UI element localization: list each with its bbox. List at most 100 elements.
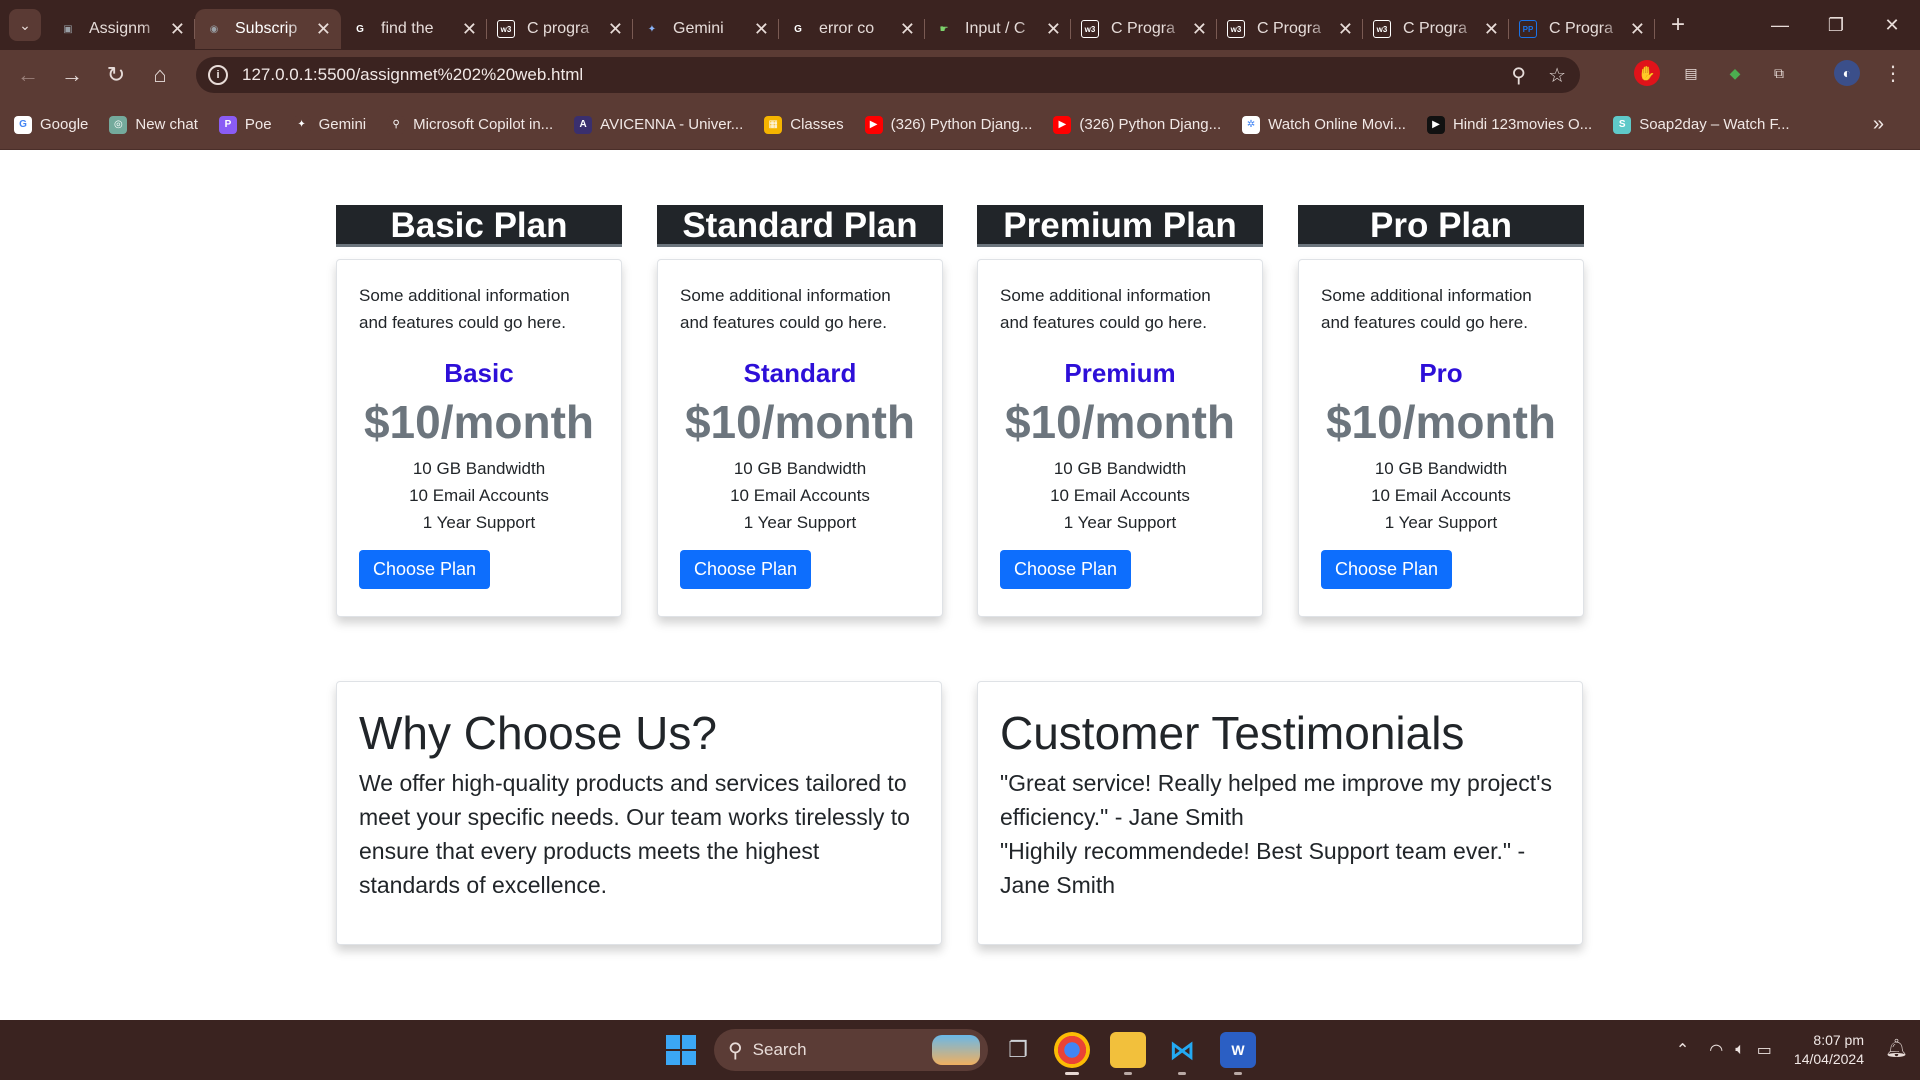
browser-tab[interactable]: w3 C progra ✕ [487,9,633,49]
close-tab-icon[interactable]: ✕ [754,19,769,40]
choose-plan-button[interactable]: Choose Plan [1321,550,1453,589]
forward-arrow-icon[interactable]: → [50,53,94,97]
wifi-icon[interactable]: ◠ [1709,1040,1723,1060]
url-text[interactable]: 127.0.0.1:5500/assignmet%202%20web.html [242,65,583,85]
notification-bell-icon[interactable]: 🔔︎ [1885,1038,1908,1059]
browser-tab[interactable]: Gfind the ✕ [341,9,487,49]
bookmark-item[interactable]: ▶ (326) Python Djang... [864,115,1033,134]
chatgpt-icon: ◎ [109,115,128,134]
browser-tab[interactable]: ☛ Input / C ✕ [925,9,1071,49]
testimonial-quote: "Great service! Really helped me improve… [1000,770,1552,830]
plan-card: Some additional information and features… [657,259,943,617]
browser-tab[interactable]: ✦ Gemini ✕ [633,9,779,49]
home-icon[interactable]: ⌂ [138,53,182,97]
plan-price: $10/month [684,396,916,448]
tab-title: Subscrip [235,20,298,37]
plan-header: Standard Plan [657,205,943,247]
vscode-icon[interactable]: ⋈ [1164,1032,1200,1075]
extension-red-icon[interactable]: ✋ [1634,60,1660,86]
bookmarks-overflow-icon[interactable]: » [1873,113,1884,136]
close-window-icon[interactable]: ✕ [1864,0,1920,50]
bookmark-label: (326) Python Djang... [890,116,1033,133]
restore-icon[interactable]: ❐ [1808,0,1864,50]
word-icon[interactable]: W [1220,1032,1256,1075]
bookmark-item[interactable]: ✦ Gemini [292,115,367,134]
tab-title: Gemini [673,20,724,37]
address-bar[interactable]: i 127.0.0.1:5500/assignmet%202%20web.htm… [196,57,1580,93]
tab-title: Input / C [965,20,1026,37]
close-tab-icon[interactable]: ✕ [462,19,477,40]
extension-cast-icon[interactable]: ▤ [1678,60,1704,86]
bookmark-label: Gemini [318,116,367,133]
close-tab-icon[interactable]: ✕ [608,19,623,40]
tab-title: Assignm [89,20,151,37]
reload-icon[interactable]: ↻ [94,53,138,97]
close-tab-icon[interactable]: ✕ [170,19,185,40]
bookmark-item[interactable]: S Soap2day – Watch F... [1613,115,1790,134]
close-tab-icon[interactable]: ✕ [900,19,915,40]
profile-avatar[interactable]: ◐ [1834,60,1860,86]
why-text: We offer high-quality products and servi… [359,770,910,898]
browser-tab[interactable]: ◉ Subscrip ✕ [195,9,341,49]
browser-tab[interactable]: PP C Progra ✕ [1509,9,1655,49]
browser-tab[interactable]: Gerror co ✕ [779,9,925,49]
plan-column: Pro Plan Some additional information and … [1298,205,1584,617]
bookmark-label: Microsoft Copilot in... [413,116,554,133]
browser-toolbar: ← → ↻ ⌂ i 127.0.0.1:5500/assignmet%202%2… [0,50,1920,100]
choose-plan-button[interactable]: Choose Plan [680,550,812,589]
browser-tab[interactable]: w3 C Progra ✕ [1071,9,1217,49]
bookmark-item[interactable]: ✲ Watch Online Movi... [1242,115,1406,134]
plan-features: 10 GB Bandwidth 10 Email Accounts 1 Year S… [1000,455,1240,536]
back-arrow-icon[interactable]: ← [6,53,50,97]
bookmark-item[interactable]: ▦ Classes [764,115,844,134]
close-tab-icon[interactable]: ✕ [1630,19,1645,40]
tab-title: C Progra [1403,20,1468,37]
new-tab-plus-icon[interactable]: + [1671,11,1685,39]
close-tab-icon[interactable]: ✕ [1484,19,1499,40]
plan-price: $10/month [1004,396,1236,448]
bookmark-item[interactable]: ◎ New chat [109,115,198,134]
bookmark-star-icon[interactable]: ☆ [1548,63,1566,88]
plan-name: Standard [743,358,857,388]
close-tab-icon[interactable]: ✕ [1338,19,1353,40]
choose-plan-button[interactable]: Choose Plan [1000,550,1132,589]
bookmark-item[interactable]: G Google [14,115,88,134]
close-tab-icon[interactable]: ✕ [1192,19,1207,40]
battery-icon[interactable]: ▭ [1757,1040,1772,1060]
chrome-taskbar-icon[interactable] [1054,1032,1090,1075]
minimize-icon[interactable]: — [1752,0,1808,50]
bookmark-item[interactable]: ⚲ Microsoft Copilot in... [387,115,554,134]
task-view-icon[interactable]: ❐ [1000,1032,1036,1068]
file-explorer-icon[interactable] [1110,1032,1146,1075]
windows-start-icon[interactable] [666,1035,696,1065]
plan-feature: 10 Email Accounts [1050,486,1190,505]
extensions-puzzle-icon[interactable]: ⧉ [1766,60,1792,86]
bookmark-item[interactable]: A AVICENNA - Univer... [574,115,743,134]
taskbar-search[interactable]: ⚲ Search [714,1029,988,1071]
bookmark-item[interactable]: P Poe [218,115,272,134]
tab-strip: ⌄ ▣ Assignm ✕ ◉ Subscrip ✕ Gfind the ✕ w3 C progr… [0,0,1920,50]
plan-features: 10 GB Bandwidth 10 Email Accounts 1 Year S… [1321,455,1561,536]
w3schools-icon: w3 [1227,20,1245,38]
browser-tab[interactable]: w3 C Progra ✕ [1217,9,1363,49]
bookmark-item[interactable]: ▶ Hindi 123movies O... [1426,115,1592,134]
volume-icon[interactable]: 🔈︎ [1735,1041,1745,1059]
extension-green-icon[interactable]: ◆ [1722,60,1748,86]
chevron-up-icon[interactable]: ⌃ [1676,1040,1689,1060]
plan-card: Some additional information and features… [1298,259,1584,617]
tab-search-button[interactable]: ⌄ [9,9,41,41]
browser-tab[interactable]: ▣ Assignm ✕ [49,9,195,49]
site-info-icon[interactable]: i [208,65,228,85]
bookmark-item[interactable]: ▶ (326) Python Djang... [1053,115,1221,134]
close-tab-icon[interactable]: ✕ [316,19,331,40]
zoom-icon[interactable]: ⚲ [1511,63,1526,88]
programiz-icon: PP [1519,20,1537,38]
close-tab-icon[interactable]: ✕ [1046,19,1061,40]
more-menu-icon[interactable]: ⋮ [1880,60,1906,86]
chevron-down-icon: ⌄ [19,16,31,33]
plan-feature: 10 GB Bandwidth [733,459,867,478]
choose-plan-button[interactable]: Choose Plan [359,550,491,589]
browser-tab[interactable]: w3 C Progra ✕ [1363,9,1509,49]
clock[interactable]: 8:07 pm 14/04/2024 [1794,1031,1864,1069]
plan-feature: 1 Year Support [743,513,857,532]
